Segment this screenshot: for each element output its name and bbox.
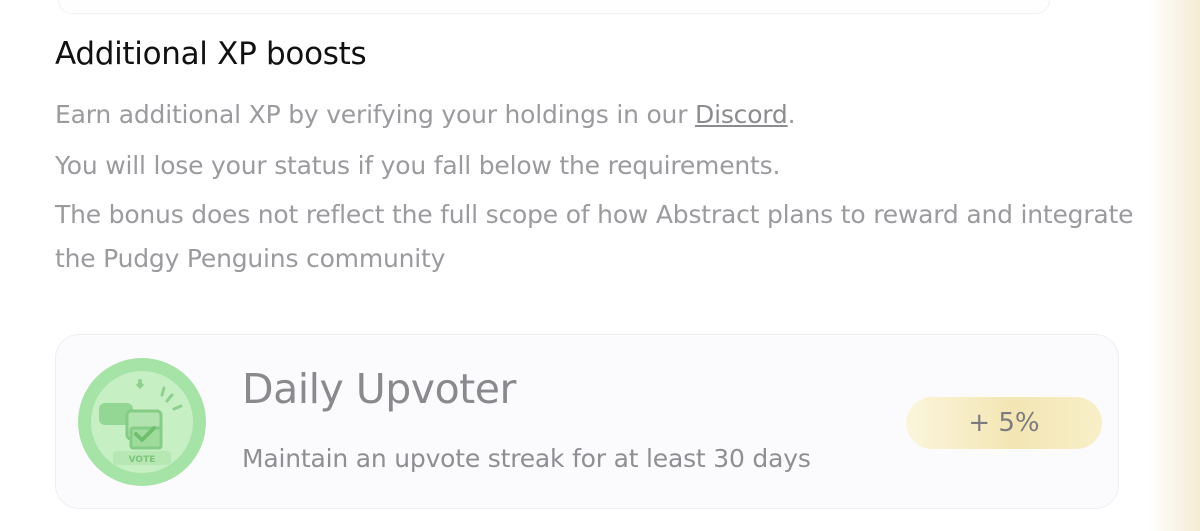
- discord-info-prefix: Earn additional XP by verifying your hol…: [55, 100, 696, 129]
- bonus-disclaimer-text: The bonus does not reflect the full scop…: [55, 200, 1134, 273]
- xp-bonus-badge: + 5%: [906, 397, 1102, 449]
- boost-title: Daily Upvoter: [242, 365, 516, 413]
- discord-info-text: Earn additional XP by verifying your hol…: [55, 93, 1135, 137]
- discord-info-suffix: .: [787, 100, 796, 129]
- status-warning-text: You will lose your status if you fall be…: [55, 151, 781, 180]
- vote-badge-text: VOTE: [129, 455, 156, 465]
- vote-badge-icon: VOTE: [78, 358, 206, 486]
- boost-card-daily-upvoter: VOTE Daily Upvoter Maintain an upvote st…: [55, 334, 1119, 509]
- side-panel-edge: [1148, 0, 1200, 531]
- section-heading: Additional XP boosts: [55, 36, 367, 72]
- discord-link[interactable]: Discord: [695, 100, 788, 129]
- previous-card-edge: [58, 0, 1050, 14]
- boost-description: Maintain an upvote streak for at least 3…: [242, 444, 811, 473]
